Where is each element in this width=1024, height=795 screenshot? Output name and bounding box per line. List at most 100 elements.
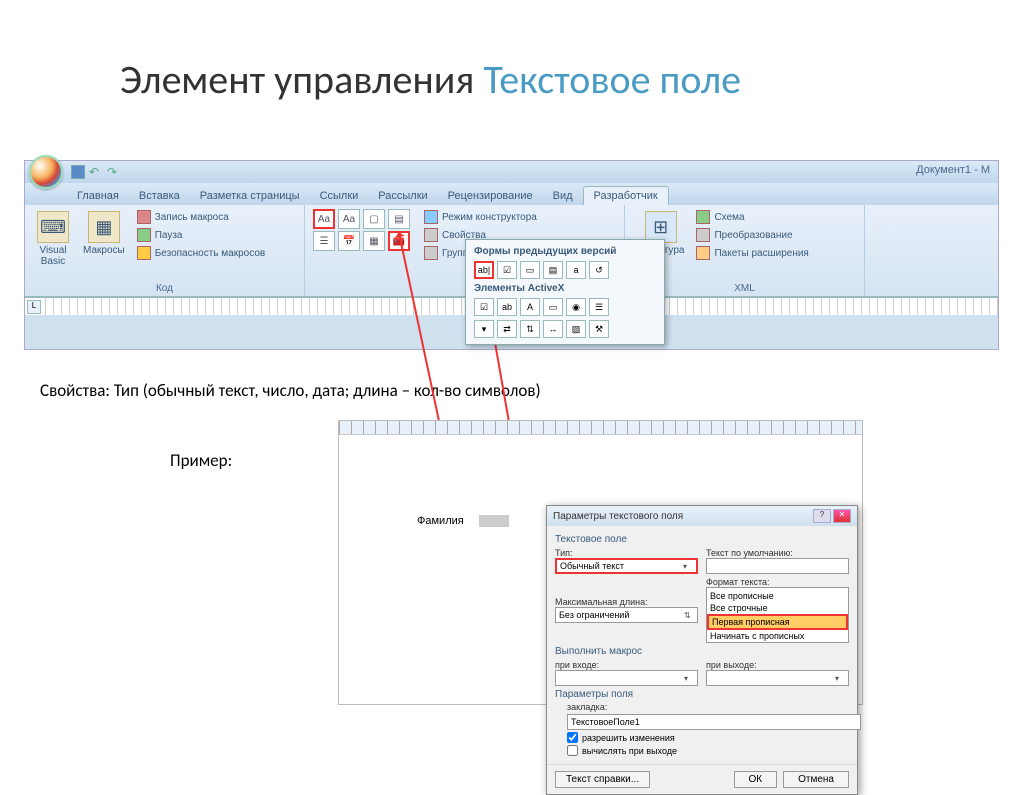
sample-field-box[interactable] xyxy=(479,515,509,527)
legacy-shade-icon[interactable]: a xyxy=(566,261,586,279)
design-mode-button[interactable]: Режим конструктора xyxy=(422,209,539,225)
default-label: Текст по умолчанию: xyxy=(706,548,849,558)
dialog-title-text: Параметры текстового поля xyxy=(553,511,683,522)
bookmark-value: ТекстовоеПоле1 xyxy=(571,717,640,727)
tab-references[interactable]: Ссылки xyxy=(310,187,369,205)
transform-button[interactable]: Преобразование xyxy=(694,227,810,243)
record-icon xyxy=(137,210,151,224)
allow-changes-box[interactable] xyxy=(567,732,578,743)
sample-field-label: Фамилия xyxy=(417,515,464,527)
macro-security-button[interactable]: Безопасность макросов xyxy=(135,245,268,261)
macros-label: Макросы xyxy=(83,245,125,256)
format-opt-lower[interactable]: Все строчные xyxy=(707,602,848,614)
office-button[interactable] xyxy=(29,155,63,189)
format-opt-titlecase[interactable]: Начинать с прописных xyxy=(707,630,848,642)
visual-basic-button[interactable]: ⌨ Visual Basic xyxy=(33,209,73,281)
dialog-body: Текстовое поле Тип: Обычный текст▾ Текст… xyxy=(547,526,857,764)
on-exit-label: при выходе: xyxy=(706,660,849,670)
tab-view[interactable]: Вид xyxy=(543,187,583,205)
calc-on-exit-box[interactable] xyxy=(567,745,578,756)
visual-basic-icon: ⌨ xyxy=(37,211,69,243)
activex-option-icon[interactable]: ◉ xyxy=(566,298,586,316)
document-title: Документ1 - M xyxy=(916,164,990,176)
legacy-dropdown-icon[interactable]: ▭ xyxy=(520,261,540,279)
maxlen-value: Без ограничений xyxy=(559,610,629,620)
calc-on-exit-checkbox[interactable]: вычислять при выходе xyxy=(567,745,849,756)
tab-insert[interactable]: Вставка xyxy=(129,187,190,205)
bookmark-label: закладка: xyxy=(567,702,849,712)
ruler-tab-icon[interactable]: L xyxy=(27,300,41,314)
undo-icon[interactable]: ↶ xyxy=(89,165,103,179)
titlebar: ↶ ↷ Документ1 - M xyxy=(25,161,998,183)
cancel-button[interactable]: Отмена xyxy=(783,771,849,788)
dialog-help-icon[interactable]: ? xyxy=(813,509,831,523)
building-block-icon[interactable]: ▦ xyxy=(363,231,385,251)
allow-changes-checkbox[interactable]: разрешить изменения xyxy=(567,732,849,743)
picture-control-icon[interactable]: ▢ xyxy=(363,209,385,229)
activex-checkbox-icon[interactable]: ☑ xyxy=(474,298,494,316)
tab-home[interactable]: Главная xyxy=(67,187,129,205)
dialog-close-icon[interactable]: ✕ xyxy=(833,509,851,523)
slide-title: Элемент управления Текстовое поле xyxy=(0,0,1024,129)
save-icon[interactable] xyxy=(71,165,85,179)
format-opt-firstcap[interactable]: Первая прописная xyxy=(707,614,848,630)
packages-icon xyxy=(696,246,710,260)
security-icon xyxy=(137,246,151,260)
tab-mailings[interactable]: Рассылки xyxy=(368,187,437,205)
schema-button[interactable]: Схема xyxy=(694,209,810,225)
tab-review[interactable]: Рецензирование xyxy=(438,187,543,205)
packages-label: Пакеты расширения xyxy=(714,248,808,259)
activex-combo-icon[interactable]: ▾ xyxy=(474,320,494,338)
legacy-reset-icon[interactable]: ↺ xyxy=(589,261,609,279)
activex-image-icon[interactable]: ▨ xyxy=(566,320,586,338)
pause-button[interactable]: Пауза xyxy=(135,227,268,243)
dropdown-control-icon[interactable]: ☰ xyxy=(313,231,335,251)
chevron-down-icon: ▾ xyxy=(835,674,845,683)
legacy-frame-icon[interactable]: ▤ xyxy=(543,261,563,279)
pause-icon xyxy=(137,228,151,242)
doc-sample-ruler xyxy=(339,421,862,435)
activex-textbox-icon[interactable]: ab xyxy=(497,298,517,316)
packages-button[interactable]: Пакеты расширения xyxy=(694,245,810,261)
spinner-icon: ⇅ xyxy=(684,611,694,620)
activex-label-icon[interactable]: A xyxy=(520,298,540,316)
type-dropdown[interactable]: Обычный текст▾ xyxy=(555,558,698,574)
on-exit-dropdown[interactable]: ▾ xyxy=(706,670,849,686)
format-opt-upper[interactable]: Все прописные xyxy=(707,590,848,602)
date-control-icon[interactable]: 📅 xyxy=(338,231,360,251)
activex-more-icon[interactable]: ⚒ xyxy=(589,320,609,338)
group-xml-label: XML xyxy=(633,281,856,294)
quick-access-toolbar: ↶ ↷ xyxy=(71,165,121,179)
tab-layout[interactable]: Разметка страницы xyxy=(190,187,310,205)
transform-label: Преобразование xyxy=(714,230,792,241)
redo-icon[interactable]: ↷ xyxy=(107,165,121,179)
record-macro-button[interactable]: Запись макроса xyxy=(135,209,268,225)
ribbon-tabs: Главная Вставка Разметка страницы Ссылки… xyxy=(25,183,998,205)
legacy-text-field-icon[interactable]: ab| xyxy=(474,261,494,279)
plain-text-control-icon[interactable]: Aa xyxy=(338,209,360,229)
help-text-button[interactable]: Текст справки... xyxy=(555,771,650,788)
macros-button[interactable]: ▦ Макросы xyxy=(79,209,129,281)
format-dropdown-list[interactable]: Все прописные Все строчные Первая пропис… xyxy=(706,587,849,643)
activex-toggle-icon[interactable]: ⇄ xyxy=(497,320,517,338)
doc-sample: Фамилия Параметры текстового поля ? ✕ Те… xyxy=(338,420,863,705)
bookmark-input[interactable]: ТекстовоеПоле1 xyxy=(567,714,861,730)
legacy-checkbox-icon[interactable]: ☑ xyxy=(497,261,517,279)
activex-scroll-icon[interactable]: ↔ xyxy=(543,320,563,338)
calc-on-exit-label: вычислять при выходе xyxy=(582,746,677,756)
dialog-titlebar: Параметры текстового поля ? ✕ xyxy=(547,506,857,526)
legacy-controls-popup: Формы предыдущих версий ab| ☑ ▭ ▤ a ↺ Эл… xyxy=(465,239,665,345)
maxlen-input[interactable]: Без ограничений ⇅ xyxy=(555,607,698,623)
text-field-options-dialog: Параметры текстового поля ? ✕ Текстовое … xyxy=(546,505,858,795)
activex-list-icon[interactable]: ☰ xyxy=(589,298,609,316)
group-icon xyxy=(424,246,438,260)
on-enter-dropdown[interactable]: ▾ xyxy=(555,670,698,686)
design-mode-icon xyxy=(424,210,438,224)
rich-text-control-icon[interactable]: Aa xyxy=(313,209,335,229)
dialog-buttons: Текст справки... ОК Отмена xyxy=(547,764,857,794)
activex-spin-icon[interactable]: ⇅ xyxy=(520,320,540,338)
ok-button[interactable]: ОК xyxy=(734,771,778,788)
activex-button-icon[interactable]: ▭ xyxy=(543,298,563,316)
tab-developer[interactable]: Разработчик xyxy=(583,186,669,205)
default-text-input[interactable] xyxy=(706,558,849,574)
